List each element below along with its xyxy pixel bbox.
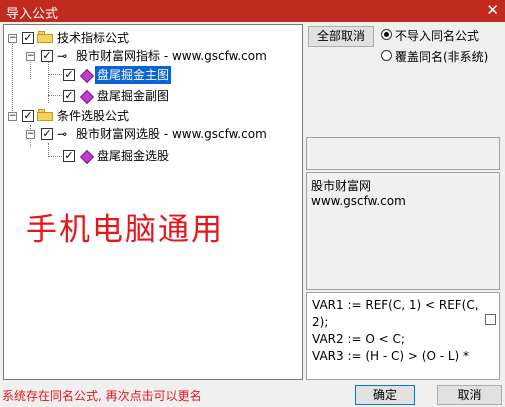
tree-node-selection-formula[interactable]: ✓ 盘尾掘金选股: [4, 147, 300, 165]
close-icon[interactable]: ✕: [486, 1, 499, 19]
tree-node-label: 股市财富网选股 - www.gscfw.com: [76, 127, 267, 141]
tree-node-gscfw-indicators[interactable]: − ✓ ⊸ 股市财富网指标 - www.gscfw.com: [4, 47, 300, 65]
checkbox[interactable]: ✓: [22, 110, 34, 122]
description-panel: 股市财富网 www.gscfw.com: [306, 172, 500, 290]
radio-no-import-label: 不导入同名公式: [395, 29, 480, 43]
checkbox[interactable]: ✓: [63, 90, 75, 102]
formula-code-panel[interactable]: VAR1 := REF(C, 1) < REF(C, 2); VAR2 := O…: [306, 292, 500, 380]
code-line: VAR2 := O < C;: [312, 332, 405, 346]
radio-no-import[interactable]: [381, 29, 392, 40]
tree-node-label: 盘尾掘金副图: [97, 89, 170, 103]
formula-icon: [79, 68, 95, 84]
tree-node-label: 技术指标公式: [57, 31, 130, 45]
title-bar: 导入公式 ✕: [0, 0, 505, 22]
folder-icon: [37, 109, 53, 121]
tree-node-label: 股市财富网指标 - www.gscfw.com: [76, 49, 267, 63]
deselect-all-button[interactable]: 全部取消: [308, 26, 374, 47]
formula-tree[interactable]: − ✓ 技术指标公式 − ✓ ⊸ 股市财富网指标 - www.gscfw.com…: [3, 24, 303, 380]
window-title: 导入公式: [6, 7, 59, 22]
code-line: VAR1 := REF(C, 1) < REF(C,: [312, 298, 479, 312]
description-line: www.gscfw.com: [311, 194, 406, 208]
tree-node-sub-chart[interactable]: ✓ 盘尾掘金副图: [4, 87, 300, 105]
collapse-icon[interactable]: −: [26, 130, 35, 139]
tree-node-label-selected: 盘尾掘金主图: [95, 66, 172, 84]
tree-node-tech-indicators[interactable]: − ✓ 技术指标公式: [4, 29, 300, 47]
checkbox[interactable]: ✓: [63, 150, 75, 162]
tree-node-main-chart[interactable]: ✓ 盘尾掘金主图: [4, 66, 300, 84]
code-line: VAR3 := (H - C) > (O - L) *: [312, 349, 470, 363]
checkbox[interactable]: ✓: [22, 32, 34, 44]
tree-node-gscfw-selection[interactable]: − ✓ ⊸ 股市财富网选股 - www.gscfw.com: [4, 125, 300, 143]
checkbox[interactable]: ✓: [63, 69, 75, 81]
radio-overwrite-label: 覆盖同名(非系统): [395, 50, 489, 64]
formula-icon: [79, 89, 95, 105]
formula-icon: [79, 149, 95, 165]
collapse-icon[interactable]: −: [8, 112, 17, 121]
ok-button[interactable]: 确定: [355, 385, 415, 405]
cancel-button[interactable]: 取消: [437, 385, 502, 405]
folder-icon: [37, 31, 53, 43]
status-message: 系统存在同名公式, 再次点击可以更名: [2, 389, 202, 403]
code-checkbox[interactable]: [485, 314, 496, 325]
watermark-text: 手机电脑通用: [26, 212, 224, 248]
key-icon: ⊸: [57, 49, 68, 63]
checkbox[interactable]: ✓: [41, 50, 53, 62]
key-icon: ⊸: [57, 127, 68, 141]
collapse-icon[interactable]: −: [26, 52, 35, 61]
tree-node-label: 盘尾掘金选股: [97, 149, 170, 163]
description-line: 股市财富网: [311, 179, 372, 193]
code-line: 2);: [312, 315, 329, 329]
checkbox[interactable]: ✓: [41, 128, 53, 140]
collapse-icon[interactable]: −: [8, 34, 17, 43]
empty-panel: [306, 137, 500, 170]
tree-node-label: 条件选股公式: [57, 109, 130, 123]
radio-overwrite[interactable]: [381, 50, 392, 61]
tree-node-stock-selection[interactable]: − ✓ 条件选股公式: [4, 107, 300, 125]
